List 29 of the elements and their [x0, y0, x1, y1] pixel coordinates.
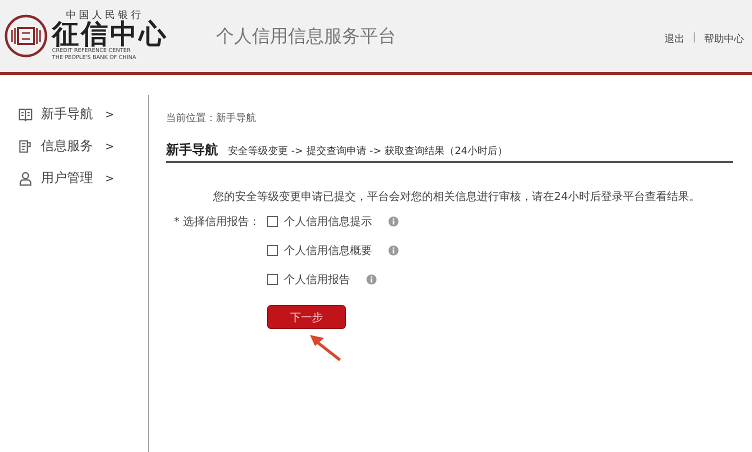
checkbox[interactable] [267, 274, 278, 285]
book-icon [18, 106, 33, 122]
option-label: 个人信用报告 [284, 272, 350, 287]
section-title: 新手导航 [166, 142, 218, 159]
checkbox[interactable] [267, 245, 278, 256]
notice-text: 您的安全等级变更申请已提交，平台会对您的相关信息进行审核，请在24小时后登录平台查看结果。 [213, 189, 701, 204]
breadcrumb: 当前位置：新手导航 [166, 112, 257, 125]
sidebar-item[interactable]: 用户管理 > [0, 169, 148, 187]
checkbox[interactable] [267, 216, 278, 227]
user-icon [18, 170, 33, 186]
sidebar-item[interactable]: 信息服务 > [0, 137, 148, 155]
document-icon [18, 138, 33, 154]
report-label: * 选择信用报告： [174, 214, 261, 230]
sidebar-item[interactable]: 新手导航 > [0, 105, 148, 123]
option-label: 个人信用信息提示 [284, 214, 372, 229]
pointer-arrow-icon [307, 332, 343, 362]
link-separator: | [692, 32, 696, 45]
info-icon[interactable] [388, 216, 399, 227]
next-button[interactable]: 下一步 [267, 305, 346, 329]
option-label: 个人信用信息概要 [284, 243, 372, 258]
logout-link[interactable]: 退出 [664, 32, 685, 46]
info-icon[interactable] [366, 274, 377, 285]
step-flow: 安全等级变更 -> 提交查询申请 -> 获取查询结果（24小时后） [228, 144, 508, 158]
logo-name: 征信中心 [52, 20, 168, 48]
platform-title: 个人信用信息服务平台 [216, 25, 396, 48]
help-link[interactable]: 帮助中心 [704, 32, 744, 46]
logo-subtitle: 中国人民银行 [65, 10, 144, 20]
seal-logo-icon [4, 14, 48, 58]
info-icon[interactable] [388, 245, 399, 256]
